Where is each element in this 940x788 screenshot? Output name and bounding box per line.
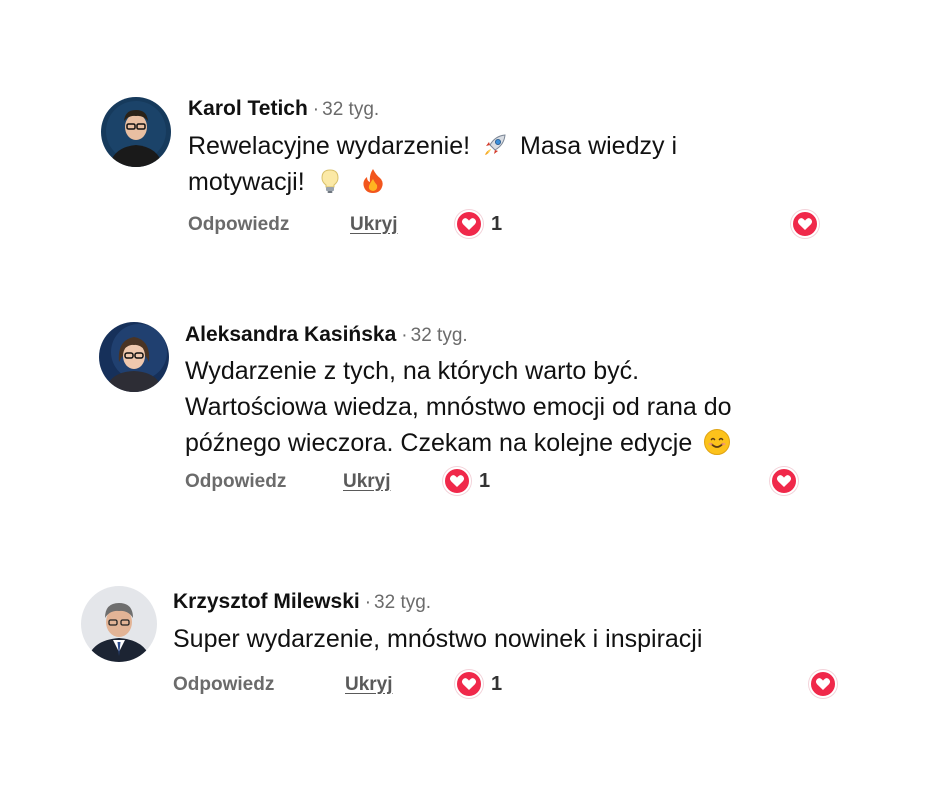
- heart-icon: [776, 475, 792, 487]
- heart-icon: [815, 678, 831, 690]
- comment-line: motywacji!: [188, 164, 677, 200]
- text-segment: późnego wieczora. Czekam na kolejne edyc…: [185, 429, 693, 457]
- comment-text: Wydarzenie z tych, na których warto być.…: [185, 353, 735, 461]
- timestamp[interactable]: 32 tyg.: [322, 99, 379, 120]
- text-segment: Wartościowa wiedza, mnóstwo emocji od ra…: [185, 393, 732, 421]
- heart-reaction-icon: [455, 670, 483, 698]
- comment-header: Aleksandra Kasińska · 32 tyg.: [185, 323, 468, 347]
- text-segment: Super wydarzenie, mnóstwo nowinek i insp…: [173, 625, 703, 653]
- separator: ·: [364, 592, 372, 613]
- smiling-face-emoji-icon: [703, 428, 731, 456]
- text-segment: motywacji!: [188, 168, 305, 196]
- like-heart-button[interactable]: [809, 670, 837, 698]
- comment-line: Wydarzenie z tych, na których warto być.: [185, 353, 735, 389]
- comment-text: Super wydarzenie, mnóstwo nowinek i insp…: [173, 621, 702, 657]
- heart-icon: [797, 218, 813, 230]
- like-heart-button[interactable]: [791, 210, 819, 238]
- separator: ·: [401, 325, 408, 346]
- reply-button[interactable]: Odpowiedz: [185, 471, 286, 493]
- comment-header: Karol Tetich · 32 tyg.: [188, 97, 379, 121]
- avatar[interactable]: [101, 97, 171, 167]
- text-segment: Wydarzenie z tych, na których warto być.: [185, 357, 640, 385]
- separator: ·: [312, 99, 320, 120]
- heart-reaction-icon: [443, 467, 471, 495]
- comment-line: późnego wieczora. Czekam na kolejne edyc…: [185, 425, 735, 461]
- author-name[interactable]: Aleksandra Kasińska: [185, 323, 396, 346]
- reaction-count: 1: [479, 469, 491, 492]
- comment-text: Rewelacyjne wydarzenie! Masa wiedzy i mo…: [188, 128, 677, 200]
- timestamp[interactable]: 32 tyg.: [411, 325, 468, 346]
- text-segment: Rewelacyjne wydarzenie!: [188, 132, 471, 160]
- fire-emoji-icon: [359, 167, 387, 195]
- avatar[interactable]: [99, 322, 169, 392]
- reply-button[interactable]: Odpowiedz: [188, 214, 289, 236]
- text-segment: Masa wiedzy i: [520, 132, 677, 160]
- like-heart-button[interactable]: [770, 467, 798, 495]
- hide-button[interactable]: Ukryj: [350, 214, 398, 236]
- reaction-count: 1: [491, 672, 503, 695]
- reaction-summary[interactable]: 1: [443, 467, 490, 495]
- comment-line: Super wydarzenie, mnóstwo nowinek i insp…: [173, 621, 702, 657]
- reaction-summary[interactable]: 1: [455, 670, 502, 698]
- heart-reaction-icon: [455, 210, 483, 238]
- author-name[interactable]: Krzysztof Milewski: [173, 590, 360, 613]
- hide-button[interactable]: Ukryj: [343, 471, 391, 493]
- hide-button[interactable]: Ukryj: [345, 674, 393, 696]
- lightbulb-emoji-icon: [316, 167, 344, 195]
- comment-line: Rewelacyjne wydarzenie! Masa wiedzy i: [188, 128, 677, 164]
- rocket-emoji-icon: [481, 131, 509, 159]
- reaction-summary[interactable]: 1: [455, 210, 502, 238]
- reaction-count: 1: [491, 212, 503, 235]
- timestamp[interactable]: 32 tyg.: [374, 592, 431, 613]
- comment-line: Wartościowa wiedza, mnóstwo emocji od ra…: [185, 389, 735, 425]
- reply-button[interactable]: Odpowiedz: [173, 674, 274, 696]
- comment-header: Krzysztof Milewski · 32 tyg.: [173, 590, 431, 614]
- avatar[interactable]: [81, 586, 157, 662]
- author-name[interactable]: Karol Tetich: [188, 97, 308, 120]
